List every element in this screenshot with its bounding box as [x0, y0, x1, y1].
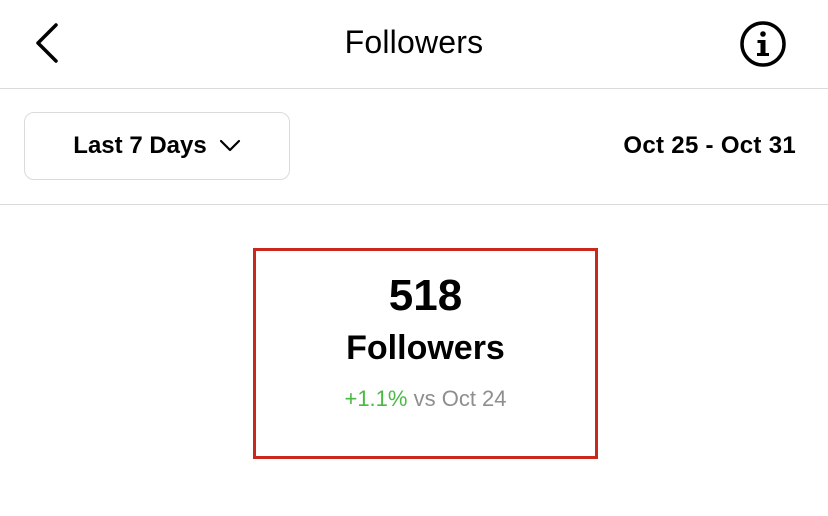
followers-stat-card: 518 Followers +1.1% vs Oct 24 [253, 248, 598, 459]
info-button[interactable] [738, 20, 788, 68]
page-title: Followers [344, 24, 484, 60]
follower-count: 518 [388, 271, 463, 320]
comparison-text: vs Oct 24 [413, 386, 507, 411]
date-range-dropdown[interactable]: Last 7 Days [24, 112, 290, 180]
top-bar: Followers [0, 0, 828, 89]
change-percent: +1.1% [344, 386, 408, 411]
chevron-down-icon [219, 139, 240, 152]
stat-change: +1.1% vs Oct 24 [344, 386, 506, 412]
filter-bar: Last 7 Days Oct 25 - Oct 31 [0, 89, 828, 205]
info-circle-icon [740, 21, 786, 67]
range-label: Last 7 Days [73, 132, 207, 159]
date-range-text: Oct 25 - Oct 31 [623, 132, 796, 159]
stat-label: Followers [346, 329, 505, 367]
